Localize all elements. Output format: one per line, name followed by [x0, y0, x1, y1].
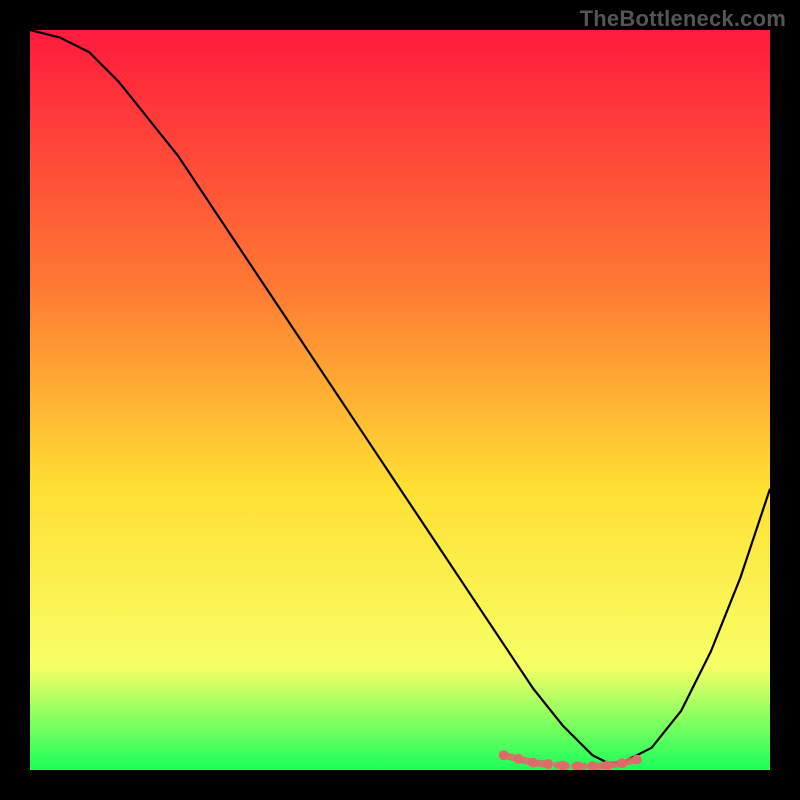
optimal-marker	[499, 750, 509, 760]
gradient-background	[30, 30, 770, 770]
optimal-marker	[543, 759, 553, 769]
chart-svg	[30, 30, 770, 770]
optimal-marker	[528, 758, 538, 768]
chart-stage: TheBottleneck.com	[0, 0, 800, 800]
optimal-marker	[513, 754, 523, 764]
plot-area	[30, 30, 770, 770]
optimal-marker	[617, 758, 627, 768]
optimal-marker	[632, 755, 642, 765]
watermark-text: TheBottleneck.com	[580, 6, 786, 32]
